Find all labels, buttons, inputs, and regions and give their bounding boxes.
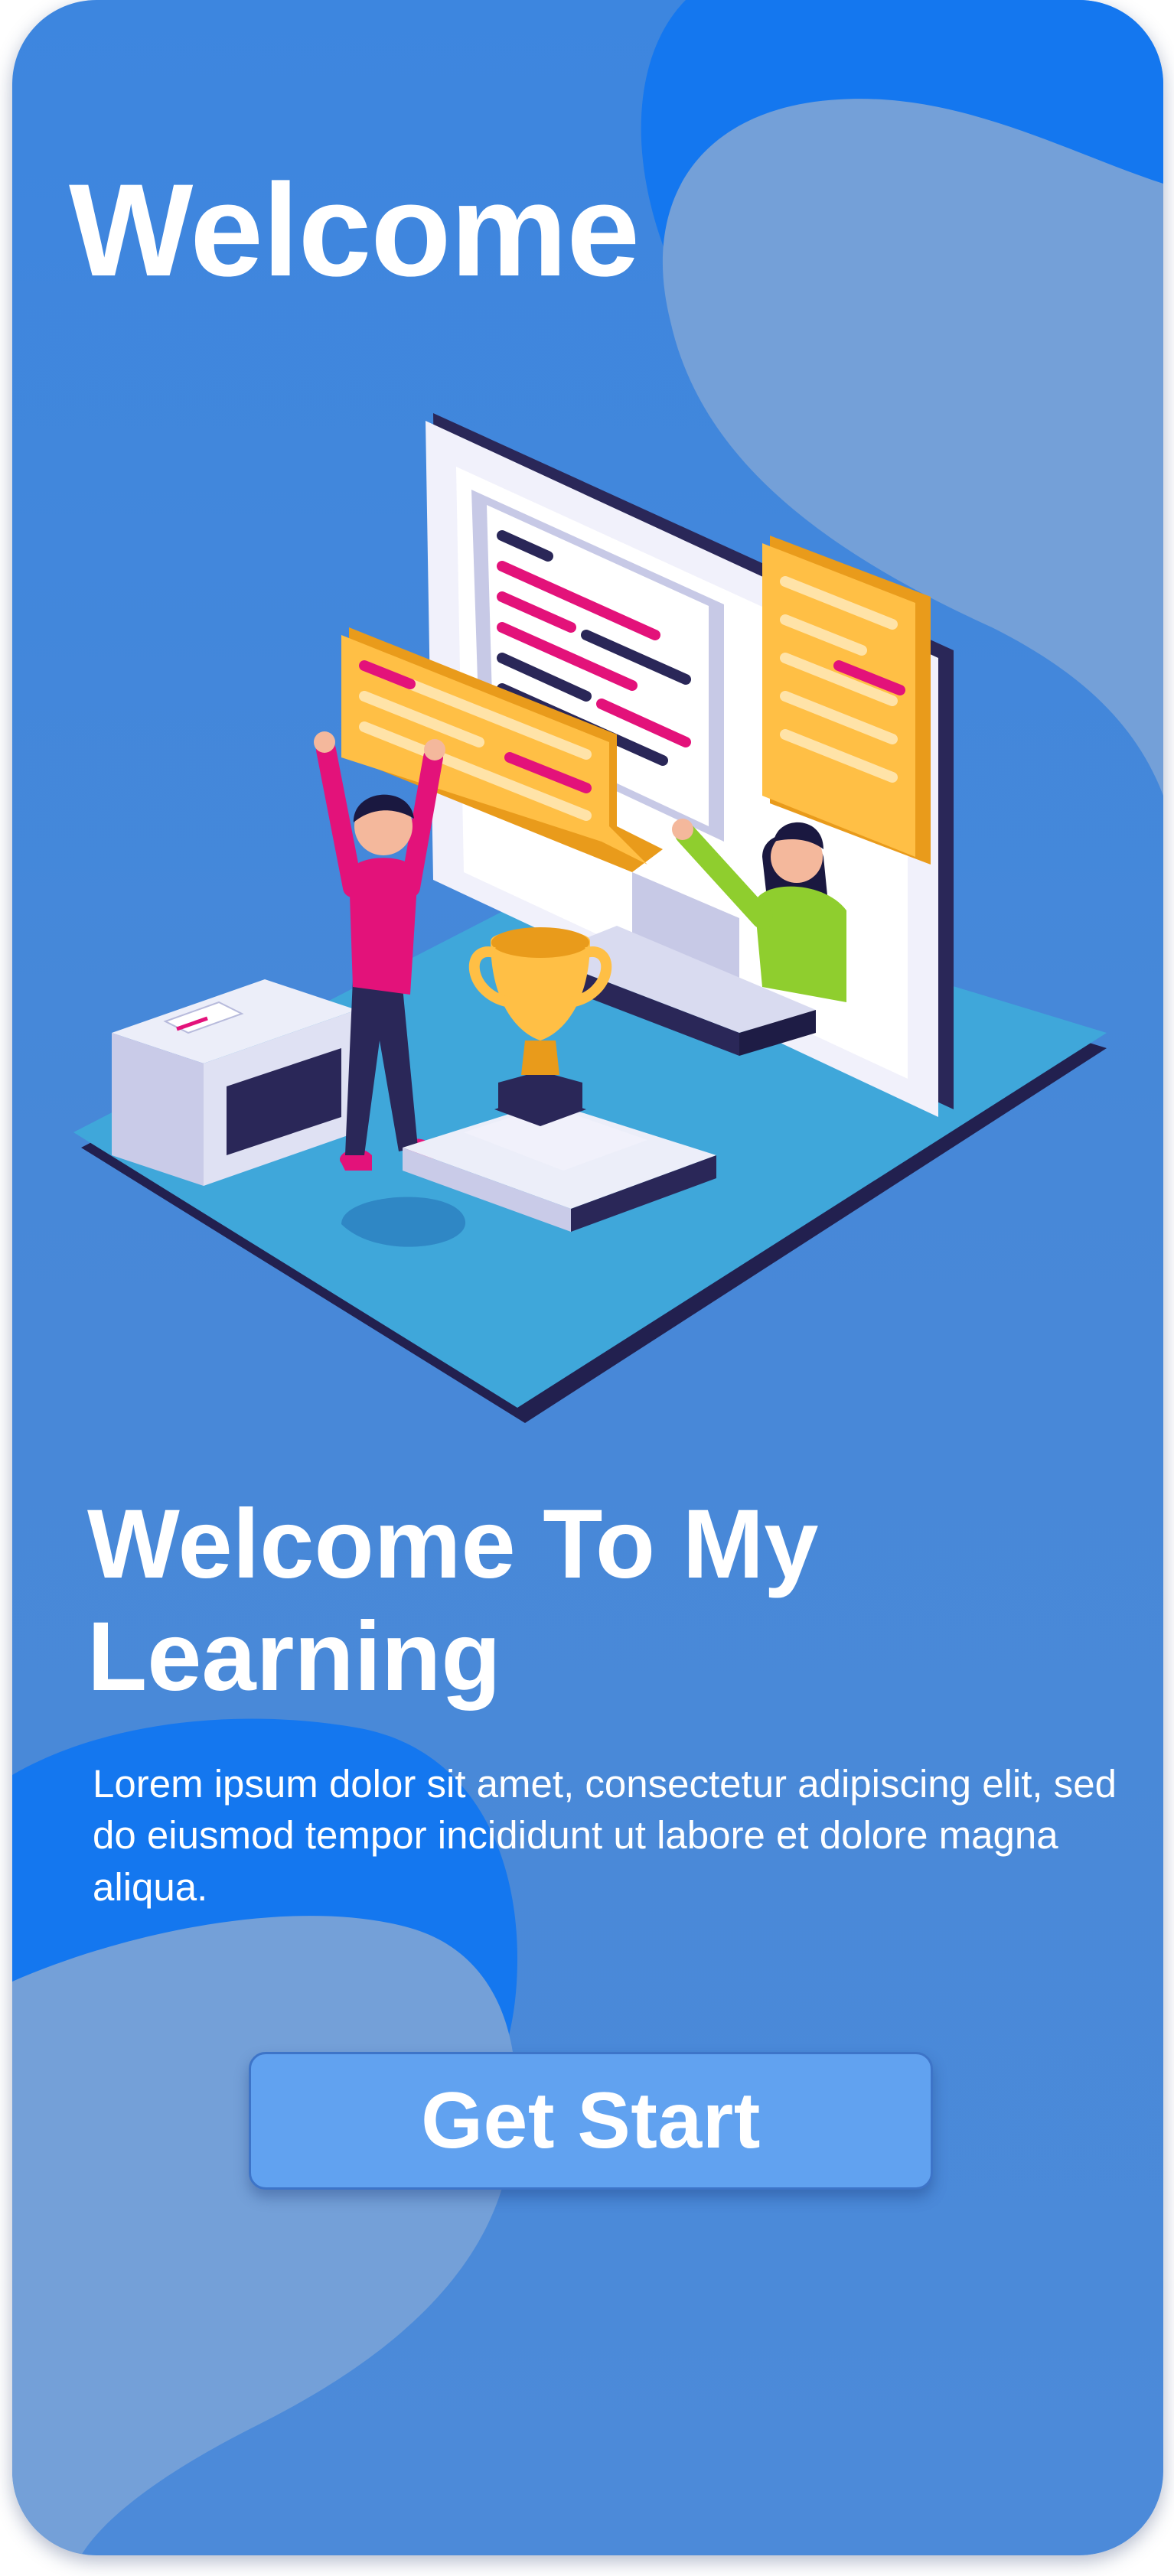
- welcome-screen: Welcome Welcome To My Learning Lorem ips…: [12, 0, 1163, 2555]
- bottom-left-blob-soft: [12, 1916, 517, 2555]
- get-start-button[interactable]: Get Start: [249, 2052, 933, 2190]
- get-start-label: Get Start: [421, 2076, 761, 2165]
- e-learning-illustration: [73, 413, 1107, 1423]
- welcome-heading: Welcome: [69, 157, 640, 304]
- description-text: Lorem ipsum dolor sit amet, consectetur …: [93, 1762, 1117, 1909]
- main-title: Welcome To My Learning: [87, 1490, 819, 1712]
